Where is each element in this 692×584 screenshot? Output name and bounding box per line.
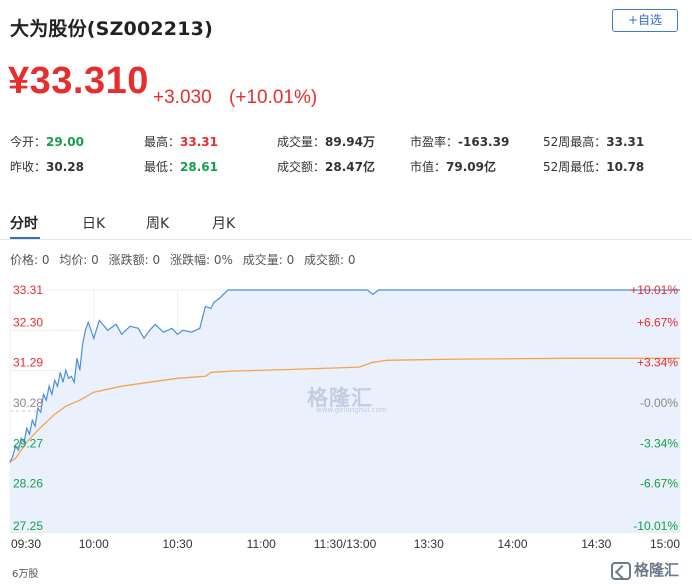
info-avg: 均价: 0 [59, 253, 99, 267]
corner-logo-text: 格隆汇 [634, 561, 680, 579]
stat-value: 79.09亿 [446, 160, 496, 174]
x-tick: 11:00 [247, 537, 276, 551]
info-volume: 成交量: 0 [242, 253, 295, 267]
info-amount: 成交额: 0 [304, 253, 356, 267]
stat-label: 52周最低： [543, 160, 607, 174]
y-tick-left: 27.25 [13, 519, 43, 533]
stat-label: 市值： [410, 160, 447, 174]
stat-value: 28.61 [180, 160, 218, 174]
stat-market-cap: 市值：79.09亿 [410, 158, 496, 175]
gelonghui-logo-icon [611, 561, 631, 580]
stat-label: 市盈率： [410, 135, 459, 149]
stock-title: 大为股份(SZ002213) [10, 18, 213, 40]
stat-value: 30.28 [46, 160, 84, 174]
stat-value: 33.31 [180, 135, 218, 149]
info-change-pct: 涨跌幅: 0% [169, 253, 233, 267]
stat-low: 最低：28.61 [144, 158, 218, 175]
price-change: +3.030 [153, 87, 212, 108]
x-tick: 10:00 [79, 537, 109, 551]
tab-monthly-k[interactable]: 月K [212, 213, 235, 233]
y-tick-right: -0.00% [640, 396, 678, 410]
corner-logo: 格隆汇 [609, 559, 684, 581]
add-watchlist-button[interactable]: +自选 [612, 9, 678, 32]
y-tick-right: -6.67% [640, 477, 678, 491]
x-axis-labels: 09:30 10:00 10:30 11:00 11:30/13:00 13:30 14:0… [11, 537, 680, 551]
tab-daily-k[interactable]: 日K [82, 213, 105, 233]
volume-unit-label: 6万股 [12, 569, 39, 580]
stat-label: 52周最高： [543, 135, 607, 149]
stat-prev-close: 昨收：30.28 [10, 158, 84, 175]
stat-52w-high: 52周最高：33.31 [543, 133, 644, 150]
tabs-divider [0, 239, 692, 240]
stat-label: 最低： [144, 160, 181, 174]
x-tick: 10:30 [162, 537, 192, 551]
y-tick-left: 30.28 [13, 396, 43, 410]
info-change: 涨跌额: 0 [108, 253, 161, 267]
info-price: 价格: 0 [10, 253, 50, 267]
current-price: ¥33.310 [8, 60, 149, 102]
stat-label: 成交量： [277, 135, 326, 149]
stat-open: 今开：29.00 [10, 133, 84, 150]
stat-value: -163.39 [458, 135, 510, 149]
tab-intraday[interactable]: 分时 [10, 213, 38, 233]
x-tick: 13:30 [414, 537, 444, 551]
x-tick: 09:30 [11, 537, 41, 551]
x-tick: 14:00 [497, 537, 527, 551]
stat-amount: 成交额：28.47亿 [277, 158, 375, 175]
stat-label: 成交额： [277, 160, 326, 174]
y-tick-left: 28.26 [13, 477, 43, 491]
stat-label: 最高： [144, 135, 181, 149]
stat-value: 28.47亿 [325, 160, 375, 174]
crosshair-info: 价格: 0 均价: 0 涨跌额: 0 涨跌幅: 0% 成交量: 0 成交额: 0 [10, 251, 362, 268]
y-tick-left: 29.27 [13, 436, 43, 450]
stat-high: 最高：33.31 [144, 133, 218, 150]
price-change-percent: (+10.01%) [229, 87, 318, 108]
stat-pe: 市盈率：-163.39 [410, 133, 509, 150]
tab-weekly-k[interactable]: 周K [146, 213, 169, 233]
stat-value: 29.00 [46, 135, 84, 149]
stat-52w-low: 52周最低：10.78 [543, 158, 644, 175]
y-tick-right: +10.01% [630, 283, 678, 297]
watermark-url: www.gelonghui.com [316, 406, 387, 414]
stat-value: 33.31 [606, 135, 645, 149]
y-tick-left: 33.31 [13, 283, 43, 297]
y-tick-right: +6.67% [637, 315, 678, 329]
stat-value: 89.94万 [325, 135, 375, 149]
intraday-chart[interactable]: 33.31 32.30 31.29 30.28 29.27 28.26 27.25 +10.… [0, 278, 692, 568]
x-tick: 14:30 [581, 537, 611, 551]
stat-label: 今开： [10, 135, 47, 149]
y-tick-right: -10.01% [633, 519, 678, 533]
stat-label: 昨收： [10, 160, 47, 174]
stat-value: 10.78 [606, 160, 645, 174]
x-tick: 15:00 [650, 537, 680, 551]
stat-volume: 成交量：89.94万 [277, 133, 375, 150]
y-tick-right: +3.34% [637, 356, 678, 370]
x-tick: 11:30/13:00 [314, 537, 377, 551]
y-tick-left: 32.30 [13, 315, 43, 329]
y-tick-left: 31.29 [13, 356, 43, 370]
y-tick-right: -3.34% [640, 436, 678, 450]
